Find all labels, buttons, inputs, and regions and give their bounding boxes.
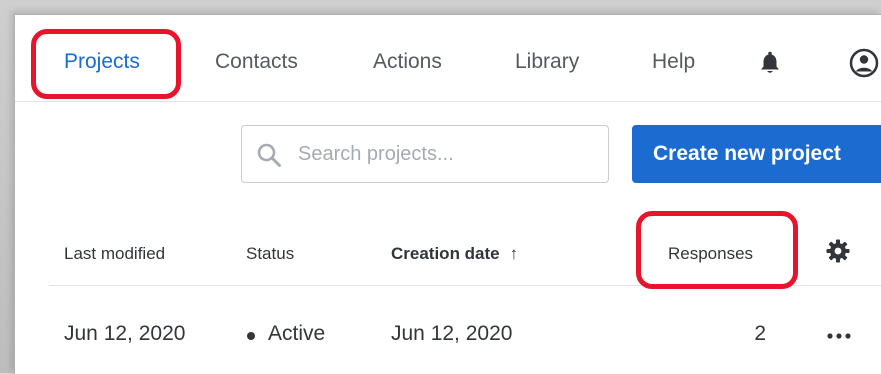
avatar-icon[interactable]	[849, 48, 879, 78]
cell-responses: 2	[754, 322, 766, 345]
more-icon[interactable]	[825, 321, 853, 347]
search-icon	[257, 143, 281, 167]
column-header-last-modified[interactable]: Last modified	[64, 243, 165, 265]
cell-creation-date: Jun 12, 2020	[391, 322, 513, 345]
column-header-status[interactable]: Status	[246, 243, 294, 265]
sort-ascending-icon: ↑	[509, 244, 519, 263]
screenshot-frame: Projects Contacts Actions Library Help S…	[0, 0, 881, 374]
bell-icon[interactable]	[759, 51, 781, 75]
status-dot-icon	[247, 332, 255, 340]
cell-status: Active	[268, 322, 326, 345]
projects-panel: Projects Contacts Actions Library Help S…	[14, 14, 881, 374]
column-header-creation-date[interactable]: Creation date ↑	[391, 243, 518, 265]
nav-item-actions[interactable]: Actions	[373, 49, 442, 75]
highlight-projects	[31, 29, 181, 99]
nav-item-help[interactable]: Help	[652, 49, 695, 75]
cell-last-modified: Jun 12, 2020	[64, 322, 186, 345]
gear-icon[interactable]	[826, 239, 850, 263]
nav-item-contacts[interactable]: Contacts	[215, 49, 298, 75]
create-new-project-button[interactable]: Create new project	[632, 125, 881, 183]
column-header-creation-date-label: Creation date	[391, 244, 500, 263]
search-input[interactable]	[298, 138, 594, 170]
nav-item-library[interactable]: Library	[515, 49, 579, 75]
search-box[interactable]	[241, 125, 609, 183]
highlight-responses	[636, 211, 798, 289]
